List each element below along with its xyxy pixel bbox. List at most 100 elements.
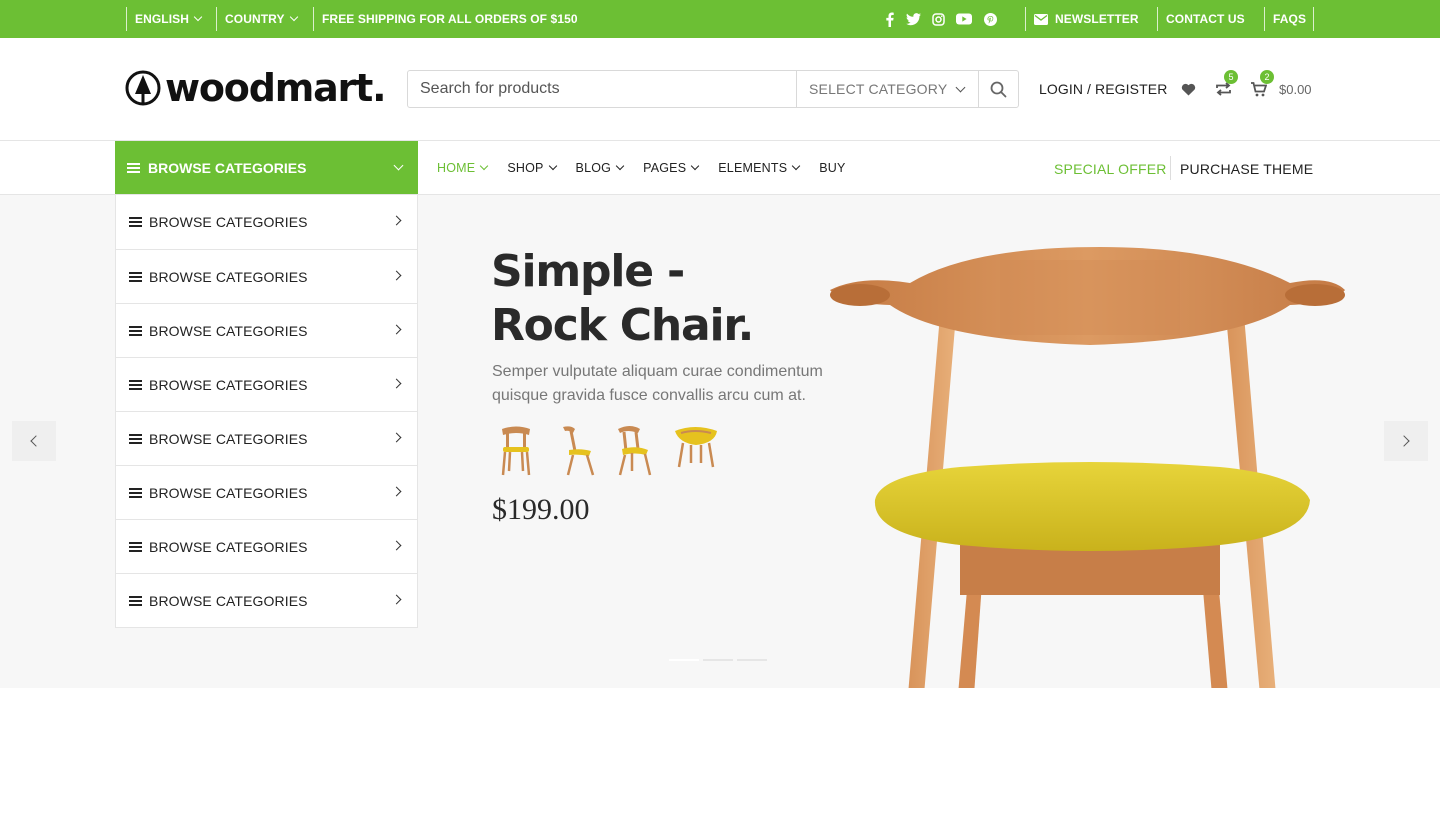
hero-title: Simple - Rock Chair. [491,245,754,353]
hero-title-line: Simple - [491,246,685,297]
faqs-link[interactable]: FAQS [1273,0,1306,38]
site-header: woodmart. SELECT CATEGORY LOGIN / REGIST… [0,38,1440,141]
cart-count-badge: 2 [1260,70,1274,84]
category-label: BROWSE CATEGORIES [149,322,308,339]
cart-total[interactable]: $0.00 [1279,82,1312,97]
twitter-icon[interactable] [905,11,921,27]
chair-yellow-thumb[interactable] [669,423,727,481]
chevron-down-icon [955,82,966,92]
chevron-right-icon [391,215,402,226]
chair-angle-thumb[interactable] [610,423,668,481]
browse-categories-label: BROWSE CATEGORIES [148,159,307,176]
compare-button[interactable]: 5 [1215,70,1238,101]
menu-icon [129,379,142,390]
category-dropdown-list: BROWSE CATEGORIES BROWSE CATEGORIES BROW… [115,195,418,628]
menu-item-label: BLOG [575,160,612,175]
menu-icon [129,487,142,498]
newsletter-link[interactable]: NEWSLETTER [1034,0,1139,38]
slider-dot[interactable] [703,659,733,661]
logo-text: woodmart. [165,66,387,110]
pinterest-icon[interactable] [983,11,997,27]
category-item[interactable]: BROWSE CATEGORIES [116,519,417,573]
menu-item-shop[interactable]: SHOP [507,160,557,175]
category-label: BROWSE CATEGORIES [149,538,308,555]
chevron-right-icon [391,432,402,443]
purchase-theme-link[interactable]: PURCHASE THEME [1180,161,1313,177]
cart-icon [1251,82,1268,97]
compare-count-badge: 5 [1224,70,1238,84]
category-item[interactable]: BROWSE CATEGORIES [116,357,417,411]
category-item[interactable]: BROWSE CATEGORIES [116,249,417,303]
login-register-link[interactable]: LOGIN / REGISTER [1039,81,1167,97]
category-item[interactable]: BROWSE CATEGORIES [116,303,417,357]
hero-description: Semper vulputate aliquam curae condiment… [492,363,823,404]
slider-prev-button[interactable] [12,421,56,461]
menu-icon [129,271,142,282]
menu-item-label: ELEMENTS [718,160,788,175]
menu-item-buy[interactable]: BUY [819,161,845,175]
browse-categories-button[interactable]: BROWSE CATEGORIES [115,141,418,194]
menu-item-label: SHOP [507,160,544,175]
envelope-icon [1034,13,1048,25]
youtube-icon[interactable] [955,11,972,27]
chevron-right-icon [391,486,402,497]
menu-icon [129,217,142,227]
category-item[interactable]: BROWSE CATEGORIES [116,465,417,519]
cart-button[interactable]: 2 [1251,70,1274,102]
language-label: ENGLISH [135,12,190,26]
menu-icon [129,541,142,552]
shipping-notice: FREE SHIPPING FOR ALL ORDERS OF $150 [322,12,578,26]
hero-price: $199.00 [492,493,590,526]
chevron-right-icon [391,378,402,389]
menu-item-home[interactable]: HOME [437,161,489,175]
site-logo[interactable]: woodmart. [125,66,387,110]
facebook-icon[interactable] [883,11,895,27]
chevron-down-icon [615,161,625,170]
search-input[interactable] [408,71,796,107]
chevron-down-icon [691,161,700,170]
topbar-divider [1264,7,1265,31]
chair-side-thumb[interactable] [551,423,609,481]
search-icon [990,81,1007,97]
top-bar: ENGLISH COUNTRY FREE SHIPPING FOR ALL OR… [0,0,1440,38]
category-label: BROWSE CATEGORIES [149,484,308,501]
country-selector[interactable]: COUNTRY [225,0,298,38]
menu-item-pages[interactable]: PAGES [643,160,700,175]
chevron-down-icon [791,161,801,170]
menu-item-elements[interactable]: ELEMENTS [718,160,801,175]
category-label: BROWSE CATEGORIES [149,430,308,447]
category-label: BROWSE CATEGORIES [149,268,308,285]
menu-item-label: PAGES [643,160,687,175]
wishlist-button[interactable] [1181,83,1196,101]
contact-link[interactable]: CONTACT US [1166,0,1245,38]
slider-dot[interactable] [669,659,699,661]
menu-icon [129,433,142,444]
category-label: BROWSE CATEGORIES [149,592,308,609]
chevron-right-icon [391,594,402,605]
category-select[interactable]: SELECT CATEGORY [796,71,978,107]
menu-item-blog[interactable]: BLOG [575,160,625,175]
search-button[interactable] [978,71,1018,107]
special-offer-link[interactable]: SPECIAL OFFER [1054,161,1167,177]
chair-front-thumb[interactable] [492,423,550,481]
category-label: BROWSE CATEGORIES [149,214,308,230]
slider-dot[interactable] [737,659,767,661]
chevron-right-icon [391,270,402,281]
language-selector[interactable]: ENGLISH [135,0,203,38]
category-item[interactable]: BROWSE CATEGORIES [116,195,417,249]
newsletter-label: NEWSLETTER [1055,12,1139,26]
topbar-divider [1313,7,1314,31]
category-item[interactable]: BROWSE CATEGORIES [116,411,417,465]
country-label: COUNTRY [225,12,285,26]
chevron-right-icon [391,540,402,551]
chevron-down-icon [289,12,298,22]
menu-icon [129,325,142,336]
slider-next-button[interactable] [1384,421,1428,461]
category-item[interactable]: BROWSE CATEGORIES [116,573,417,627]
chevron-right-icon [1398,435,1410,447]
instagram-icon[interactable] [931,11,945,27]
rock-chair-image [830,247,1345,688]
main-navigation: BROWSE CATEGORIES HOME SHOP BLOG PAGES E… [0,141,1440,195]
category-select-label: SELECT CATEGORY [809,81,948,97]
nav-divider [1170,156,1171,180]
